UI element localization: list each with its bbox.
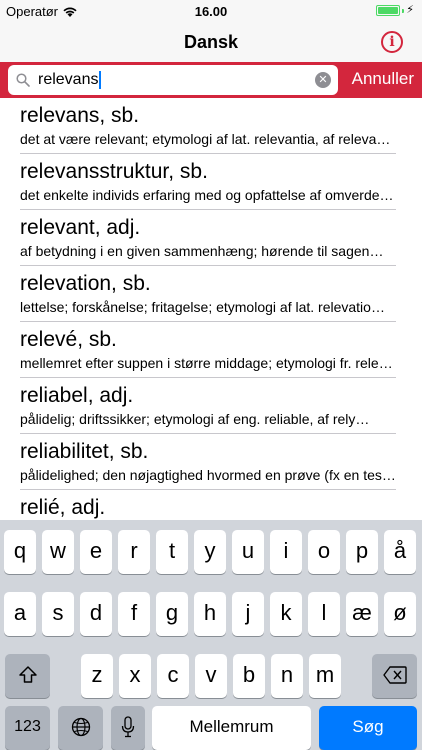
entry-description: pålidelig; driftssikker; etymologi af en… [20, 411, 370, 427]
navigation-bar: Dansk i [0, 22, 422, 62]
key-m[interactable]: m [309, 654, 341, 698]
text-caret [99, 71, 102, 89]
status-time: 16.00 [194, 4, 228, 19]
key-p[interactable]: p [346, 530, 378, 574]
key-k[interactable]: k [270, 592, 302, 636]
result-row[interactable]: relevans, sb. det at være relevant; etymo… [0, 98, 422, 154]
entry-title: relevation, sb. [20, 272, 151, 295]
key-o[interactable]: o [308, 530, 340, 574]
entry-title: relevé, sb. [20, 328, 117, 351]
key-r[interactable]: r [118, 530, 150, 574]
search-bar: relevans ✕ Annuller [0, 62, 422, 98]
key-å[interactable]: å [384, 530, 416, 574]
key-j[interactable]: j [232, 592, 264, 636]
battery-cap [402, 8, 405, 13]
numbers-key[interactable]: 123 [5, 706, 50, 750]
result-row[interactable]: relevé, sb. mellemret efter suppen i stør… [0, 322, 422, 378]
key-g[interactable]: g [156, 592, 188, 636]
result-row[interactable]: reliabilitet, sb. pålidelighed; den nøjag… [0, 434, 422, 490]
entry-description: mellemret efter suppen i større middage;… [20, 355, 396, 371]
result-row[interactable]: relié, adj. [0, 490, 422, 520]
key-ø[interactable]: ø [384, 592, 416, 636]
search-field[interactable]: relevans ✕ [8, 65, 338, 95]
battery-icon [376, 5, 401, 16]
entry-description: pålidelighed; den nøjagtighed hvormed en… [20, 467, 396, 483]
search-key[interactable]: Søg [319, 706, 417, 750]
entry-description: det enkelte individs erfaring med og opf… [20, 187, 396, 203]
clear-text-icon[interactable]: ✕ [315, 72, 331, 88]
key-w[interactable]: w [42, 530, 74, 574]
battery-fill [378, 7, 399, 14]
entry-title: reliabel, adj. [20, 384, 134, 407]
globe-icon [71, 717, 91, 742]
result-row[interactable]: reliabel, adj. pålidelig; driftssikker; e… [0, 378, 422, 434]
key-h[interactable]: h [194, 592, 226, 636]
backspace-icon [382, 664, 407, 689]
entry-title: relié, adj. [20, 496, 106, 519]
globe-key[interactable] [58, 706, 103, 750]
shift-key[interactable] [5, 654, 50, 698]
key-f[interactable]: f [118, 592, 150, 636]
battery-indicator: ⚡ [376, 5, 414, 16]
status-bar: Operatør 16.00 ⚡ [0, 0, 422, 22]
key-q[interactable]: q [4, 530, 36, 574]
key-y[interactable]: y [194, 530, 226, 574]
key-t[interactable]: t [156, 530, 188, 574]
result-row[interactable]: relevation, sb. lettelse; forskånelse; fr… [0, 266, 422, 322]
charging-bolt-icon: ⚡ [406, 4, 414, 16]
key-i[interactable]: i [270, 530, 302, 574]
entry-title: reliabilitet, sb. [20, 440, 149, 463]
key-c[interactable]: c [157, 654, 189, 698]
entry-title: relevans, sb. [20, 104, 140, 127]
search-icon [16, 73, 30, 87]
key-v[interactable]: v [195, 654, 227, 698]
key-d[interactable]: d [80, 592, 112, 636]
cancel-button[interactable]: Annuller [352, 69, 414, 89]
keyboard: 123 Mellemrum Søg qwertyuiopå asdfghjklæø… [0, 520, 422, 750]
entry-description: lettelse; forskånelse; fritagelse; etymo… [20, 299, 385, 315]
entry-description: det at være relevant; etymologi af lat. … [20, 131, 396, 147]
info-icon[interactable]: i [381, 31, 403, 53]
search-input[interactable]: relevans [38, 71, 102, 89]
backspace-key[interactable] [372, 654, 417, 698]
dictation-key[interactable] [111, 706, 145, 750]
key-z[interactable]: z [81, 654, 113, 698]
results-list: relevans, sb. det at være relevant; etymo… [0, 98, 422, 520]
key-s[interactable]: s [42, 592, 74, 636]
key-æ[interactable]: æ [346, 592, 378, 636]
key-l[interactable]: l [308, 592, 340, 636]
page-title: Dansk [183, 32, 239, 52]
key-a[interactable]: a [4, 592, 36, 636]
entry-title: relevant, adj. [20, 216, 141, 239]
key-u[interactable]: u [232, 530, 264, 574]
result-row[interactable]: relevant, adj. af betydning i en given sa… [0, 210, 422, 266]
key-e[interactable]: e [80, 530, 112, 574]
key-n[interactable]: n [271, 654, 303, 698]
key-b[interactable]: b [233, 654, 265, 698]
search-input-value: relevans [38, 71, 99, 88]
microphone-icon [121, 716, 135, 743]
space-key[interactable]: Mellemrum [152, 706, 311, 750]
entry-description: af betydning i en given sammenhæng; høre… [20, 243, 384, 259]
entry-title: relevansstruktur, sb. [20, 160, 208, 183]
shift-icon [18, 665, 38, 690]
key-x[interactable]: x [119, 654, 151, 698]
result-row[interactable]: relevansstruktur, sb. det enkelte individ… [0, 154, 422, 210]
